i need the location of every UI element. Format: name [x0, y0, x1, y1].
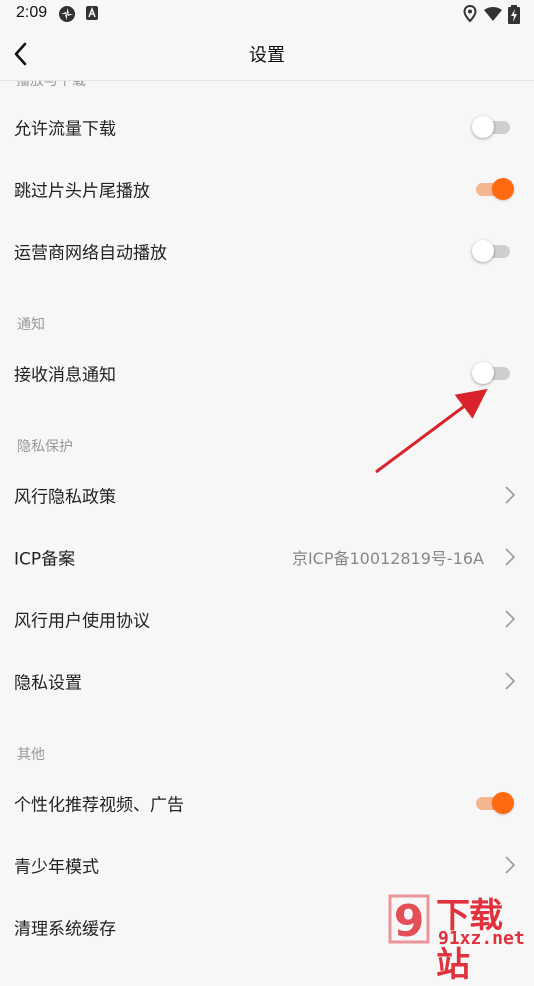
chevron-right-icon: [505, 610, 516, 628]
page-title: 设置: [249, 45, 285, 66]
app-notification-icon: [59, 6, 75, 22]
row-teen-mode[interactable]: 青少年模式: [0, 834, 534, 896]
row-icp[interactable]: ICP备案 京ICP备10012819号-16A: [0, 526, 534, 588]
watermark: 9 下载站 91xz.net: [382, 888, 534, 985]
wifi-icon: [484, 7, 502, 21]
row-privacy-settings[interactable]: 隐私设置: [0, 650, 534, 712]
section-title-playback: 播放与下载: [16, 80, 86, 89]
chevron-right-icon: [505, 486, 516, 504]
status-time: 2:09: [16, 4, 48, 21]
row-label: 接收消息通知: [14, 365, 116, 386]
row-label: 允许流量下载: [14, 119, 116, 140]
a-badge-icon: [86, 6, 98, 20]
status-bar: 2:09: [0, 0, 534, 28]
settings-list[interactable]: 播放与下载 允许流量下载 跳过片头片尾播放 运营商网络自动播放 通知 接收消息通…: [0, 80, 534, 950]
row-label: 风行用户使用协议: [14, 611, 150, 632]
row-skip-intro-outro[interactable]: 跳过片头片尾播放: [0, 158, 534, 220]
chevron-right-icon: [505, 672, 516, 690]
row-user-agreement[interactable]: 风行用户使用协议: [0, 588, 534, 650]
row-label: 风行隐私政策: [14, 487, 116, 508]
section-title-privacy: 隐私保护: [17, 439, 73, 455]
row-label: ICP备案: [14, 549, 76, 570]
skip-intro-outro-toggle[interactable]: [472, 177, 514, 201]
chevron-right-icon: [505, 856, 516, 874]
watermark-url: 91xz.net: [438, 928, 525, 949]
row-label: 清理系统缓存: [14, 919, 116, 940]
row-personalized-ads[interactable]: 个性化推荐视频、广告: [0, 772, 534, 834]
location-icon: [463, 5, 477, 23]
carrier-autoplay-toggle[interactable]: [472, 239, 514, 263]
annotation-arrow-icon: [375, 388, 488, 474]
row-label: 青少年模式: [14, 857, 99, 878]
section-title-notify: 通知: [17, 317, 45, 333]
nav-bar: 设置: [0, 28, 534, 81]
allow-data-download-toggle[interactable]: [472, 115, 514, 139]
row-label: 个性化推荐视频、广告: [14, 795, 184, 816]
receive-notifications-toggle[interactable]: [472, 361, 514, 385]
row-carrier-autoplay[interactable]: 运营商网络自动播放: [0, 220, 534, 282]
row-label: 跳过片头片尾播放: [14, 181, 150, 202]
icp-value: 京ICP备10012819号-16A: [291, 549, 484, 568]
watermark-logo-text: 9: [394, 896, 425, 947]
chevron-right-icon: [505, 548, 516, 566]
row-allow-data-download[interactable]: 允许流量下载: [0, 96, 534, 158]
row-label: 运营商网络自动播放: [14, 243, 167, 264]
row-label: 隐私设置: [14, 673, 82, 694]
battery-charging-icon: [508, 5, 520, 24]
watermark-logo-icon: 9: [388, 894, 430, 947]
section-title-other: 其他: [17, 747, 45, 763]
personalized-ads-toggle[interactable]: [472, 791, 514, 815]
